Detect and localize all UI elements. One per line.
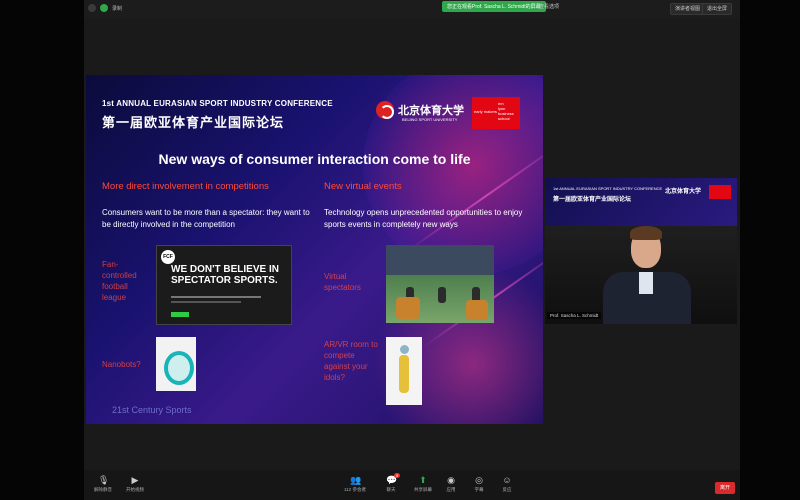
- unmute-label: 解除静音: [94, 487, 112, 492]
- background-bsu-logo: 北京体育大学: [665, 189, 702, 195]
- emlyon-left-label: early makers: [474, 109, 497, 114]
- fcf-text-line: [171, 296, 261, 298]
- virtual-spectators-label: Virtual spectators: [324, 272, 361, 292]
- security-shield-icon[interactable]: [100, 4, 108, 12]
- background-conference-en: 1st ANNUAL EURASIAN SPORT INDUSTRY CONFE…: [553, 186, 663, 191]
- speaker-view-button[interactable]: 演讲者视图: [670, 3, 706, 15]
- speaker-name-tag: Prof. Sascha L. Schmidt: [547, 312, 602, 319]
- left-column-body: Consumers want to be more than a spectat…: [102, 208, 310, 229]
- share-screen-button[interactable]: ⬆ 共享屏幕: [408, 475, 438, 493]
- vr-chair: [396, 297, 420, 319]
- bsu-subtitle: BEIJING SPORT UNIVERSITY: [402, 117, 458, 122]
- arvr-room-image: [386, 337, 422, 405]
- captions-button[interactable]: ◎ 字幕: [464, 475, 494, 493]
- conference-title-en: 1st ANNUAL EURASIAN SPORT INDUSTRY CONFE…: [102, 99, 333, 108]
- chat-label: 聊天: [386, 487, 396, 492]
- participants-label: 参会者: [352, 487, 366, 492]
- slide-title: New ways of consumer interaction come to…: [158, 151, 471, 167]
- leave-button[interactable]: 离开: [715, 482, 735, 494]
- apps-label: 应用: [446, 487, 456, 492]
- start-video-label: 开始视频: [126, 487, 144, 492]
- vr-stadium-stands: [386, 245, 494, 275]
- arvr-label: AR/VR room to compete against your idols…: [324, 340, 378, 382]
- wearable-device-icon: [164, 351, 194, 385]
- speaker-hair: [630, 226, 662, 240]
- background-slide: 1st ANNUAL EURASIAN SPORT INDUSTRY CONFE…: [545, 178, 737, 226]
- chat-button[interactable]: 💬 9 聊天: [376, 473, 406, 493]
- fan-league-label: Fan-controlled football league: [102, 260, 137, 302]
- bsu-emblem-icon: [376, 101, 394, 119]
- left-black-margin: [0, 0, 84, 500]
- fcf-headline: WE DON'T BELIEVE IN SPECTATOR SPORTS.: [171, 264, 279, 286]
- participants-count: 112: [344, 487, 352, 492]
- share-screen-label: 共享屏幕: [414, 487, 432, 492]
- right-black-margin: [740, 0, 800, 500]
- video-icon: ▶: [131, 475, 139, 485]
- speaker-video-tile[interactable]: 1st ANNUAL EURASIAN SPORT INDUSTRY CONFE…: [545, 178, 737, 324]
- nanobot-wearable-image: [156, 337, 196, 391]
- info-icon[interactable]: [88, 4, 96, 12]
- background-conference-cn: 第一届欧亚体育产业国际论坛: [553, 197, 632, 203]
- chat-badge: 9: [394, 473, 401, 478]
- emlyon-logo: early makers em lyon business school: [472, 97, 520, 129]
- fcf-logo: FCF: [161, 250, 175, 264]
- start-video-button[interactable]: ▶ 开始视频: [120, 475, 150, 493]
- reactions-button[interactable]: ☺ 反应: [492, 475, 522, 493]
- shared-slide: 1st ANNUAL EURASIAN SPORT INDUSTRY CONFE…: [86, 75, 543, 424]
- background-emlyon-logo: [709, 185, 731, 199]
- vr-chair: [466, 300, 488, 320]
- reaction-icon: ☺: [502, 475, 512, 485]
- fcf-button: [171, 312, 189, 317]
- slide-footer: 21st Century Sports: [112, 405, 192, 415]
- topbar-left-icons: 录制: [88, 4, 122, 12]
- apps-icon: ◉: [447, 475, 455, 485]
- captions-label: 字幕: [474, 487, 484, 492]
- apps-button[interactable]: ◉ 应用: [436, 475, 466, 493]
- virtual-spectators-image: [386, 245, 494, 323]
- nanobots-label: Nanobots?: [102, 360, 141, 369]
- share-icon: ⬆: [419, 475, 427, 485]
- cc-icon: ◎: [475, 475, 483, 485]
- unmute-button[interactable]: 🎙 解除静音: [88, 475, 118, 493]
- right-column-heading: New virtual events: [324, 181, 402, 192]
- participants-icon: 👥: [350, 475, 362, 485]
- arvr-player-figure: [399, 355, 409, 393]
- conference-title-cn: 第一届欧亚体育产业国际论坛: [102, 115, 285, 130]
- left-column-heading: More direct involvement in competitions: [102, 181, 269, 192]
- exit-fullscreen-button[interactable]: 退出全屏: [702, 3, 733, 15]
- bsu-name: 北京体育大学: [398, 104, 464, 117]
- share-banner: 您正在观看Prof. Sascha L. Schmidt的屏幕: [442, 1, 546, 12]
- mic-icon: 🎙: [98, 475, 110, 485]
- reactions-label: 反应: [502, 487, 512, 492]
- view-options-button[interactable]: 查看选项: [539, 3, 559, 10]
- participants-button[interactable]: 👥 112 参会者: [340, 475, 370, 493]
- speaker-shirt: [639, 272, 653, 294]
- arvr-headset-icon: [400, 345, 409, 354]
- right-column-body: Technology opens unprecedented opportuni…: [324, 208, 523, 229]
- vr-spectator: [438, 287, 446, 303]
- meeting-controls: 🎙 解除静音 ▶ 开始视频 👥 112 参会者 💬 9 聊天 ⬆ 共享屏幕 ◉ …: [84, 470, 740, 500]
- recording-label: 录制: [112, 5, 123, 12]
- fcf-website-image: FCF WE DON'T BELIEVE IN SPECTATOR SPORTS…: [156, 245, 292, 325]
- fcf-text-line: [171, 301, 241, 303]
- bsu-logo: 北京体育大学 BEIJING SPORT UNIVERSITY: [376, 101, 464, 122]
- emlyon-line: school: [498, 116, 510, 121]
- meeting-topbar: 录制 您正在观看Prof. Sascha L. Schmidt的屏幕 查看选项 …: [84, 0, 740, 18]
